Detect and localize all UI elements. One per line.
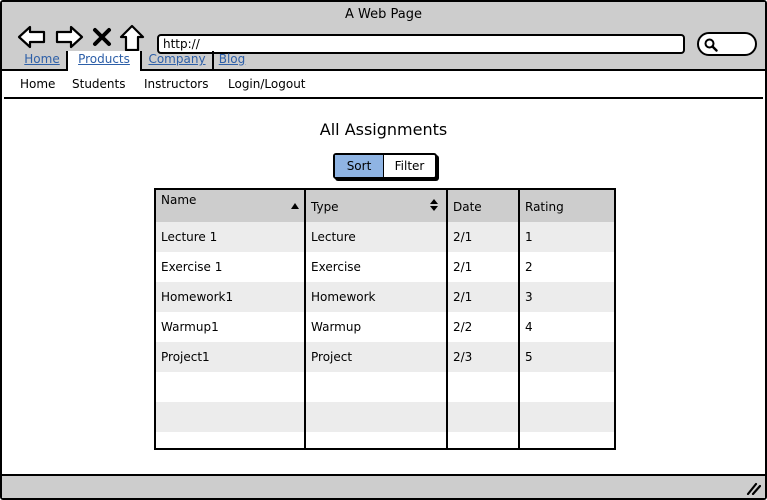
table-row[interactable]: Exercise 1 Exercise 2/1 2 [156,252,614,282]
cell-rating: 3 [525,290,533,304]
menu-item-home[interactable]: Home [20,77,55,91]
cell-type: Exercise [311,260,361,274]
sort-both-icon[interactable] [429,198,439,212]
table-row[interactable]: Warmup1 Warmup 2/2 4 [156,312,614,342]
cell-name: Exercise 1 [161,260,223,274]
column-header-type[interactable]: Type [306,190,446,222]
cell-type: Warmup [311,320,362,334]
column-divider [446,190,448,448]
forward-arrow-icon[interactable] [54,24,84,50]
browser-chrome: A Web Page http:// Home Products Company… [2,2,765,71]
cell-name: Lecture 1 [161,230,218,244]
cell-date: 2/1 [453,260,473,274]
window-title: A Web Page [345,7,422,22]
table-header-row: Name Type Date Rating [156,190,614,222]
cell-date: 2/3 [453,350,473,364]
column-header-name[interactable]: Name [156,190,304,222]
table-row-empty[interactable] [156,372,614,402]
cell-type: Lecture [311,230,356,244]
cell-rating: 2 [525,260,533,274]
cell-date: 2/1 [453,230,473,244]
menu-item-instructors[interactable]: Instructors [144,77,208,91]
tab-home[interactable]: Home [22,51,62,69]
tab-company[interactable]: Company [142,51,212,69]
status-bar [2,474,765,498]
cell-name: Warmup1 [161,320,219,334]
menu-item-login-logout[interactable]: Login/Logout [228,77,306,91]
cell-rating: 4 [525,320,533,334]
sort-button[interactable]: Sort [335,155,384,177]
browser-window: A Web Page http:// Home Products Company… [0,0,767,500]
resize-grip-icon[interactable] [745,481,761,495]
cell-name: Homework1 [161,290,234,304]
site-menubar: Home Students Instructors Login/Logout [4,71,763,99]
tab-products[interactable]: Products [66,51,142,71]
table-row[interactable]: Project1 Project 2/3 5 [156,342,614,372]
cell-name: Project1 [161,350,210,364]
search-icon [704,38,718,52]
column-divider [304,190,306,448]
sort-filter-toggle: Sort Filter [333,153,437,179]
column-header-label: Name [161,193,197,207]
cell-type: Project [311,350,353,364]
cell-date: 2/1 [453,290,473,304]
back-arrow-icon[interactable] [17,24,47,50]
cell-rating: 1 [525,230,533,244]
column-divider [518,190,520,448]
menu-item-students[interactable]: Students [72,77,126,91]
table-row[interactable]: Lecture 1 Lecture 2/1 1 [156,222,614,252]
cell-type: Homework [311,290,376,304]
cell-rating: 5 [525,350,533,364]
sort-ascending-icon[interactable] [290,202,300,210]
tab-blog[interactable]: Blog [212,51,250,71]
column-header-rating[interactable]: Rating [520,190,614,222]
page-title: All Assignments [319,120,448,139]
column-header-date[interactable]: Date [448,190,518,222]
table-row-empty[interactable] [156,432,614,446]
close-x-icon[interactable] [92,27,112,47]
assignments-table: Name Type Date Rating Lecture 1 Lecture … [154,188,616,450]
cell-date: 2/2 [453,320,473,334]
filter-button[interactable]: Filter [384,155,435,177]
home-up-arrow-icon[interactable] [119,24,145,52]
table-row[interactable]: Homework1 Homework 2/1 3 [156,282,614,312]
column-header-label: Rating [525,200,564,214]
column-header-label: Date [453,200,482,214]
table-row-empty[interactable] [156,402,614,432]
column-header-label: Type [311,200,339,214]
browser-search-field[interactable] [697,32,757,56]
